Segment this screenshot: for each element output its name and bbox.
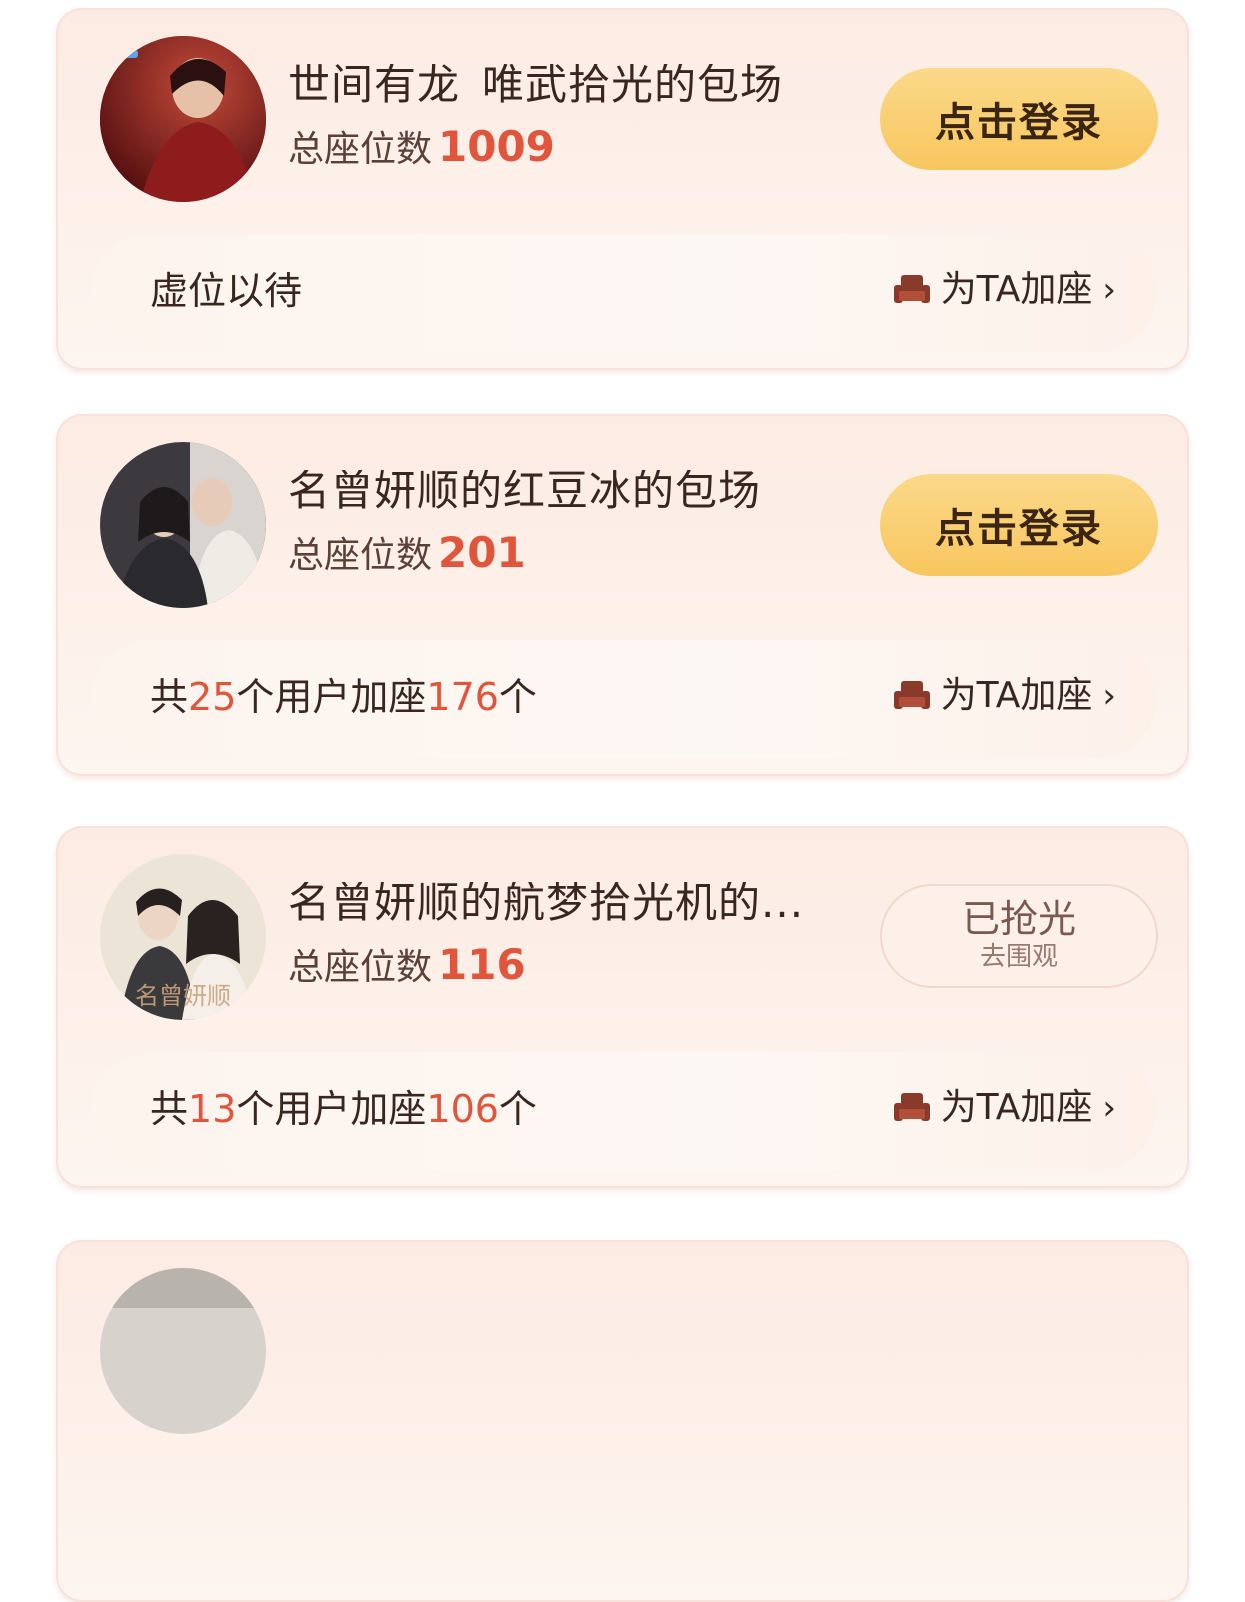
seats-count: 116 bbox=[438, 940, 526, 989]
total-seats: 总座位数 1009 bbox=[288, 126, 555, 168]
seat-bar: 共25个用户加座176个 为TA加座 › bbox=[90, 640, 1156, 758]
sold-out-label: 已抢光 bbox=[961, 896, 1076, 941]
login-button[interactable]: 点击登录 bbox=[880, 474, 1158, 576]
add-seat-label: 为TA加座 bbox=[940, 269, 1093, 310]
add-seat-link[interactable]: 为TA加座 › bbox=[893, 1090, 1116, 1126]
session-card[interactable]: 名曾妍顺的红豆冰的包场 总座位数 201 点击登录 共25个用户加座176个 为T… bbox=[56, 414, 1189, 776]
add-seat-label: 为TA加座 bbox=[940, 675, 1093, 716]
bar-suffix: 个 bbox=[498, 675, 537, 719]
seat-status-text: 虚位以待 bbox=[150, 269, 303, 313]
add-seat-label: 为TA加座 bbox=[940, 1087, 1093, 1128]
bar-middle: 个用户加座 bbox=[236, 1087, 427, 1131]
avatar bbox=[100, 1268, 266, 1434]
bar-prefix: 共 bbox=[150, 1087, 189, 1131]
sofa-icon bbox=[893, 681, 930, 709]
seats-label: 总座位数 bbox=[288, 129, 433, 170]
avatar-caption: 名曾妍顺 bbox=[135, 982, 231, 1010]
seats-count: 201 bbox=[438, 528, 526, 577]
avatar: 名曾妍顺 bbox=[100, 854, 266, 1020]
avatar bbox=[100, 36, 266, 202]
sold-out-button[interactable]: 已抢光 去围观 bbox=[880, 884, 1158, 988]
user-count: 13 bbox=[188, 1087, 237, 1131]
seat-bar: 虚位以待 为TA加座 › bbox=[90, 234, 1156, 352]
chevron-right-icon: › bbox=[1102, 270, 1116, 310]
avatar bbox=[100, 442, 266, 608]
added-seat-count: 176 bbox=[426, 675, 499, 719]
add-seat-link[interactable]: 为TA加座 › bbox=[893, 678, 1116, 714]
session-card[interactable] bbox=[56, 1240, 1189, 1602]
session-card[interactable]: 世间有龙_唯武拾光的包场 总座位数 1009 点击登录 虚位以待 为TA加座 › bbox=[56, 8, 1189, 370]
seat-bar: 共13个用户加座106个 为TA加座 › bbox=[90, 1052, 1156, 1170]
sofa-icon bbox=[893, 275, 930, 303]
session-title: 世间有龙_唯武拾光的包场 bbox=[288, 64, 784, 106]
user-count: 25 bbox=[188, 675, 237, 719]
chevron-right-icon: › bbox=[1102, 1088, 1116, 1128]
watch-label: 去围观 bbox=[979, 942, 1058, 973]
session-title: 名曾妍顺的红豆冰的包场 bbox=[288, 470, 762, 512]
added-seat-count: 106 bbox=[426, 1087, 499, 1131]
total-seats: 总座位数 201 bbox=[288, 532, 526, 574]
seat-status-text: 共13个用户加座106个 bbox=[150, 1090, 537, 1128]
seat-status-text: 共25个用户加座176个 bbox=[150, 678, 537, 716]
seats-label: 总座位数 bbox=[288, 535, 433, 576]
session-card[interactable]: 名曾妍顺 名曾妍顺的航梦拾光机的... 总座位数 116 已抢光 去围观 共13个… bbox=[56, 826, 1189, 1188]
bar-middle: 个用户加座 bbox=[236, 675, 427, 719]
login-button[interactable]: 点击登录 bbox=[880, 68, 1158, 170]
session-title: 名曾妍顺的航梦拾光机的... bbox=[288, 882, 805, 924]
bar-suffix: 个 bbox=[498, 1087, 537, 1131]
add-seat-link[interactable]: 为TA加座 › bbox=[893, 272, 1116, 308]
chevron-right-icon: › bbox=[1102, 676, 1116, 716]
total-seats: 总座位数 116 bbox=[288, 944, 526, 986]
bar-prefix: 共 bbox=[150, 675, 189, 719]
seats-label: 总座位数 bbox=[288, 947, 433, 988]
seats-count: 1009 bbox=[438, 122, 555, 171]
sofa-icon bbox=[893, 1093, 930, 1121]
